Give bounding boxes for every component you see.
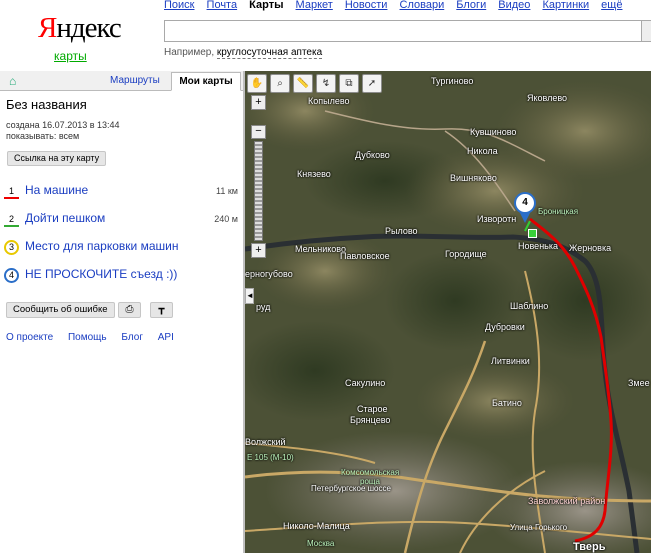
route-icon[interactable]: ↯ xyxy=(316,74,336,93)
nav-dictionaries[interactable]: Словари xyxy=(400,0,445,11)
map-label: Павловское xyxy=(340,251,390,261)
point-number: 3 xyxy=(4,240,19,255)
map-label: Копылево xyxy=(308,96,350,106)
map-label: Князево xyxy=(297,169,331,179)
nav-mail[interactable]: Почта xyxy=(207,0,238,11)
tab-my-maps[interactable]: Мои карты xyxy=(171,72,241,91)
nav-blogs[interactable]: Блоги xyxy=(456,0,486,11)
map-label: Москва xyxy=(307,539,335,548)
map-view[interactable]: ✋ ⌕ 📏 ↯ ⧉ ➚ + − + 4 Тургиново Копылево Я… xyxy=(245,71,651,553)
map-label: Улица Горького xyxy=(510,523,568,532)
map-label: Никола xyxy=(467,146,498,156)
visibility-setting: показывать: всем xyxy=(6,131,80,141)
nav-search[interactable]: Поиск xyxy=(164,0,194,11)
nav-images[interactable]: Картинки xyxy=(542,0,589,11)
nav-news[interactable]: Новости xyxy=(345,0,388,11)
satellite-imagery xyxy=(245,71,651,553)
print-icon[interactable]: ⎙ xyxy=(118,302,141,318)
map-label: Дубровки xyxy=(485,322,525,332)
zoom-in-button[interactable]: + xyxy=(251,95,266,110)
embed-icon[interactable]: ┳ xyxy=(150,302,173,318)
map-label: Брянцево xyxy=(350,415,391,425)
point-marker-4[interactable]: 4 xyxy=(514,192,536,214)
map-label: Дубково xyxy=(355,150,390,160)
link-about[interactable]: О проекте xyxy=(6,332,53,343)
route-item-exit[interactable]: 4 НЕ ПРОСКОЧИТЕ съезд :)) xyxy=(4,267,240,285)
zoom-in-bottom-button[interactable]: + xyxy=(251,243,266,258)
example-query-link[interactable]: круглосуточная аптека xyxy=(216,47,323,59)
map-label: Николо-Малица xyxy=(283,521,350,531)
map-label: Яковлево xyxy=(527,93,568,103)
map-label: ерногубово xyxy=(245,269,293,279)
point-label[interactable]: НЕ ПРОСКОЧИТЕ съезд :)) xyxy=(25,267,177,281)
map-label: Батино xyxy=(492,398,522,408)
search-button[interactable] xyxy=(642,20,651,42)
route-label[interactable]: На машине xyxy=(25,183,88,197)
route-distance: 11 км xyxy=(216,186,238,196)
route-item-parking[interactable]: 3 Место для парковки машин xyxy=(4,239,240,257)
route-label[interactable]: Дойти пешком xyxy=(25,211,105,225)
map-label: Вишняково xyxy=(450,173,497,183)
map-label: Тверь xyxy=(573,541,606,553)
map-label: Литвинки xyxy=(491,356,530,366)
search-example: Например, круглосуточная аптека xyxy=(164,47,323,59)
map-label: Мельниково xyxy=(295,244,346,254)
map-label: Городище xyxy=(445,249,487,259)
point-number: 4 xyxy=(4,268,19,283)
created-date: создана 16.07.2013 в 13:44 xyxy=(6,120,120,130)
search-input[interactable] xyxy=(164,20,642,42)
route-item-walk[interactable]: 2 Дойти пешком 240 м xyxy=(4,211,240,229)
link-api[interactable]: API xyxy=(158,332,174,343)
top-navigation: Поиск Почта Карты Маркет Новости Словари… xyxy=(164,0,631,11)
map-label: Изворотн xyxy=(477,214,517,224)
map-label: Заволжский район xyxy=(528,496,606,506)
zoom-out-button[interactable]: − xyxy=(251,125,266,139)
link-blog[interactable]: Блог xyxy=(121,332,143,343)
nav-video[interactable]: Видео xyxy=(498,0,530,11)
pointer-icon[interactable]: ➚ xyxy=(362,74,382,93)
map-label: Шаблино xyxy=(510,301,549,311)
footer-links: О проекте Помощь Блог API xyxy=(6,332,186,343)
link-help[interactable]: Помощь xyxy=(68,332,107,343)
hand-icon[interactable]: ✋ xyxy=(247,74,267,93)
map-label: Сакулино xyxy=(345,378,386,388)
panel-tabs: ⌂ Маршруты Мои карты xyxy=(0,71,243,91)
map-label: Волжский xyxy=(245,437,286,447)
map-label: Петербургское шоссе xyxy=(311,484,391,493)
map-label: Рылово xyxy=(385,226,418,236)
route-number: 2 xyxy=(4,212,19,227)
map-label: Новенька xyxy=(518,241,558,251)
collapse-panel-button[interactable]: ◄ xyxy=(245,288,254,304)
layers-icon[interactable]: ⧉ xyxy=(339,74,359,93)
nav-more[interactable]: ещё xyxy=(601,0,622,11)
nav-maps: Карты xyxy=(249,0,284,11)
yandex-logo[interactable]: Яндекс xyxy=(38,12,122,45)
route-distance: 240 м xyxy=(214,214,238,224)
zoom-slider[interactable] xyxy=(254,141,263,241)
map-label: Кувшиново xyxy=(470,127,517,137)
map-label: Жерновка xyxy=(569,243,612,253)
map-label: Е 105 (М-10) xyxy=(247,453,294,462)
route-number: 1 xyxy=(4,184,19,199)
map-label: Тургиново xyxy=(431,76,474,86)
point-label[interactable]: Место для парковки машин xyxy=(25,239,178,253)
map-label: Змее xyxy=(628,378,650,388)
map-title[interactable]: Без названия xyxy=(6,97,87,112)
nav-market[interactable]: Маркет xyxy=(296,0,333,11)
magnifier-icon[interactable]: ⌕ xyxy=(270,74,290,93)
map-label: Броницкая xyxy=(538,207,579,216)
ruler-icon[interactable]: 📏 xyxy=(293,74,313,93)
route-item-car[interactable]: 1 На машине 11 км xyxy=(4,183,240,201)
map-label: руд xyxy=(256,302,271,312)
service-name-link[interactable]: карты xyxy=(54,49,87,63)
map-label: Комсомольская xyxy=(341,468,400,477)
tab-routes[interactable]: Маршруты xyxy=(110,72,160,91)
home-icon[interactable]: ⌂ xyxy=(9,72,16,91)
map-label: Старое xyxy=(357,404,388,414)
report-error-button[interactable]: Сообщить об ошибке xyxy=(6,302,115,318)
map-link-button[interactable]: Ссылка на эту карту xyxy=(7,151,107,166)
route-start-marker[interactable] xyxy=(528,229,537,238)
